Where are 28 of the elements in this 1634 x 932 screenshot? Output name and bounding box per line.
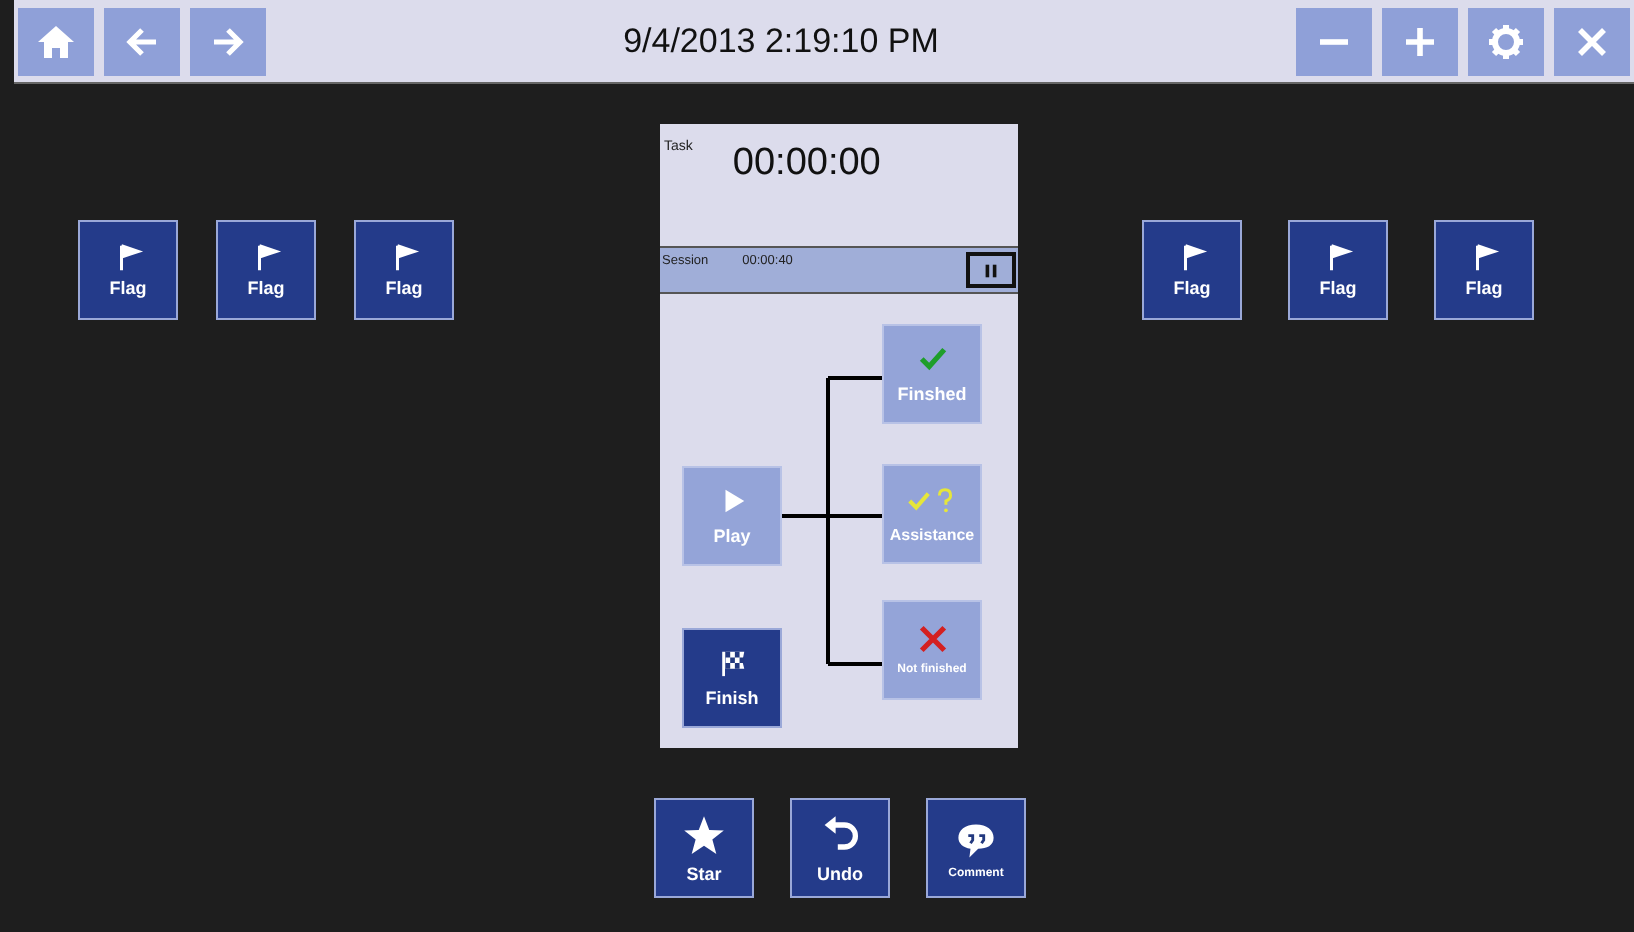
finish-button[interactable]: Finish — [682, 628, 782, 728]
check-question-icon — [906, 485, 958, 515]
minus-icon — [1314, 37, 1354, 45]
zoom-in-button[interactable] — [1382, 7, 1458, 75]
close-button[interactable] — [1554, 7, 1630, 75]
pause-button[interactable] — [966, 252, 1016, 288]
back-button[interactable] — [104, 7, 180, 75]
zoom-out-button[interactable] — [1296, 7, 1372, 75]
settings-button[interactable] — [1468, 7, 1544, 75]
undo-button[interactable]: Undo — [790, 798, 890, 898]
task-timer: 00:00:00 — [732, 142, 881, 186]
home-icon — [36, 21, 76, 61]
cross-icon — [917, 624, 947, 654]
check-icon — [917, 344, 947, 374]
flag-button[interactable]: Flag — [1142, 220, 1242, 320]
pause-icon — [982, 261, 1000, 279]
flag-button[interactable]: Flag — [1434, 220, 1534, 320]
checkered-flag-icon — [717, 648, 747, 678]
date-time-title: 9/4/2013 2:19:10 PM — [623, 21, 939, 61]
flag-button[interactable]: Flag — [354, 220, 454, 320]
flag-button[interactable]: Flag — [78, 220, 178, 320]
home-button[interactable] — [18, 7, 94, 75]
forward-button[interactable] — [190, 7, 266, 75]
settings-icon — [1486, 21, 1526, 61]
flag-button[interactable]: Flag — [216, 220, 316, 320]
flag-button[interactable]: Flag — [1288, 220, 1388, 320]
star-button[interactable]: Star — [654, 798, 754, 898]
star-icon — [682, 813, 726, 857]
